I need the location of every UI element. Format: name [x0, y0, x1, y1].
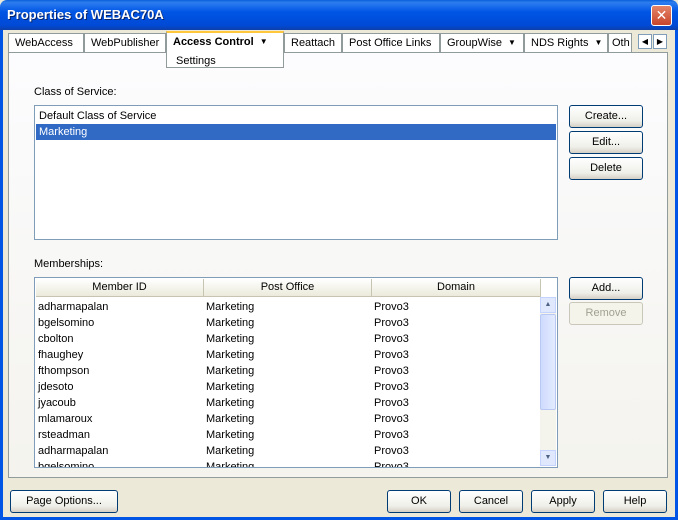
cell-domain: Provo3: [374, 317, 409, 329]
cell-domain: Provo3: [374, 445, 409, 457]
memberships-table[interactable]: Member ID Post Office Domain adharmapala…: [34, 277, 558, 468]
cell-domain: Provo3: [374, 461, 409, 468]
class-of-service-list[interactable]: Default Class of Service Marketing: [34, 105, 558, 240]
title-bar: Properties of WEBAC70A ✕: [0, 0, 678, 30]
tab-label: WebPublisher: [91, 37, 160, 49]
cancel-button[interactable]: Cancel: [459, 490, 523, 513]
cell-post-office: Marketing: [206, 333, 255, 345]
cell-domain: Provo3: [374, 301, 409, 313]
table-row[interactable]: bgelsomino Marketing Provo3: [36, 459, 540, 468]
close-icon[interactable]: ✕: [651, 5, 672, 26]
class-of-service-label: Class of Service:: [34, 86, 117, 98]
scrollbar-thumb[interactable]: [540, 314, 556, 410]
scroll-right-icon[interactable]: ▶: [653, 34, 667, 49]
list-item-selected[interactable]: Marketing: [36, 124, 556, 140]
cell-member-id: jdesoto: [38, 381, 74, 393]
add-button[interactable]: Add...: [569, 277, 643, 300]
cell-domain: Provo3: [374, 333, 409, 345]
table-row[interactable]: fhaughey Marketing Provo3: [36, 347, 540, 363]
cell-post-office: Marketing: [206, 317, 255, 329]
cell-post-office: Marketing: [206, 413, 255, 425]
tab-groupwise[interactable]: GroupWise ▼: [440, 33, 524, 53]
ok-button[interactable]: OK: [387, 490, 451, 513]
cell-post-office: Marketing: [206, 461, 255, 468]
memberships-label: Memberships:: [34, 258, 104, 270]
cell-member-id: cbolton: [38, 333, 74, 345]
table-row[interactable]: jdesoto Marketing Provo3: [36, 379, 540, 395]
tab-webaccess[interactable]: WebAccess: [8, 33, 84, 53]
cell-post-office: Marketing: [206, 381, 255, 393]
column-header-domain[interactable]: Domain: [372, 279, 541, 297]
column-header-member-id[interactable]: Member ID: [36, 279, 204, 297]
page-options-button[interactable]: Page Options...: [10, 490, 118, 513]
remove-button[interactable]: Remove: [569, 302, 643, 325]
tab-webpublisher[interactable]: WebPublisher: [84, 33, 166, 53]
delete-button[interactable]: Delete: [569, 157, 643, 180]
table-row[interactable]: fthompson Marketing Provo3: [36, 363, 540, 379]
edit-button[interactable]: Edit...: [569, 131, 643, 154]
tab-label: GroupWise: [447, 37, 503, 49]
tab-label: NDS Rights: [531, 37, 589, 49]
tab-post-office-links[interactable]: Post Office Links: [342, 33, 440, 53]
vertical-scrollbar[interactable]: ▲ ▼: [540, 297, 556, 466]
table-row[interactable]: jyacoub Marketing Provo3: [36, 395, 540, 411]
cell-domain: Provo3: [374, 413, 409, 425]
table-row[interactable]: cbolton Marketing Provo3: [36, 331, 540, 347]
cell-post-office: Marketing: [206, 397, 255, 409]
dropdown-arrow-icon[interactable]: ▼: [594, 38, 602, 47]
cell-domain: Provo3: [374, 349, 409, 361]
cell-domain: Provo3: [374, 381, 409, 393]
cell-member-id: jyacoub: [38, 397, 76, 409]
dropdown-arrow-icon[interactable]: ▼: [260, 37, 268, 46]
cell-member-id: rsteadman: [38, 429, 90, 441]
cell-member-id: adharmapalan: [38, 445, 109, 457]
tab-others[interactable]: Oth: [608, 33, 632, 53]
table-header: Member ID Post Office Domain: [36, 279, 541, 297]
apply-button[interactable]: Apply: [531, 490, 595, 513]
table-row[interactable]: mlamaroux Marketing Provo3: [36, 411, 540, 427]
cell-member-id: mlamaroux: [38, 413, 93, 425]
tab-nds-rights[interactable]: NDS Rights ▼: [524, 33, 608, 53]
list-item[interactable]: Default Class of Service: [36, 108, 556, 124]
table-row[interactable]: adharmapalan Marketing Provo3: [36, 299, 540, 315]
cell-member-id: bgelsomino: [38, 461, 95, 468]
cell-member-id: fhaughey: [38, 349, 84, 361]
tab-label: Reattach: [291, 37, 336, 49]
dropdown-arrow-icon[interactable]: ▼: [508, 38, 516, 47]
scroll-down-icon[interactable]: ▼: [540, 450, 556, 466]
tab-strip: WebAccess WebPublisher Access Control ▼ S…: [8, 31, 668, 68]
create-button[interactable]: Create...: [569, 105, 643, 128]
cell-domain: Provo3: [374, 397, 409, 409]
tab-access-control[interactable]: Access Control ▼ Settings: [166, 31, 284, 68]
scroll-left-icon[interactable]: ◀: [638, 34, 652, 49]
cell-member-id: adharmapalan: [38, 301, 109, 313]
cell-member-id: fthompson: [38, 365, 90, 377]
window-title: Properties of WEBAC70A: [7, 7, 164, 22]
table-row[interactable]: adharmapalan Marketing Provo3: [36, 443, 540, 459]
table-row[interactable]: rsteadman Marketing Provo3: [36, 427, 540, 443]
tab-label: Oth: [612, 37, 630, 49]
cell-post-office: Marketing: [206, 365, 255, 377]
table-row[interactable]: bgelsomino Marketing Provo3: [36, 315, 540, 331]
cell-post-office: Marketing: [206, 301, 255, 313]
tab-label: Access Control: [173, 36, 254, 48]
help-button[interactable]: Help: [603, 490, 667, 513]
cell-post-office: Marketing: [206, 429, 255, 441]
cell-member-id: bgelsomino: [38, 317, 95, 329]
subtab-settings[interactable]: Settings: [176, 52, 216, 67]
tab-reattach[interactable]: Reattach: [284, 33, 342, 53]
tab-label: Post Office Links: [349, 37, 432, 49]
cell-post-office: Marketing: [206, 445, 255, 457]
tab-label: WebAccess: [15, 37, 73, 49]
cell-domain: Provo3: [374, 429, 409, 441]
cell-post-office: Marketing: [206, 349, 255, 361]
scroll-up-icon[interactable]: ▲: [540, 297, 556, 313]
column-header-post-office[interactable]: Post Office: [204, 279, 372, 297]
cell-domain: Provo3: [374, 365, 409, 377]
